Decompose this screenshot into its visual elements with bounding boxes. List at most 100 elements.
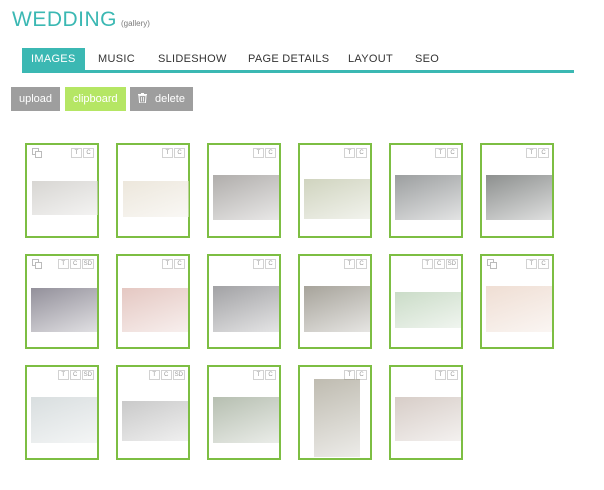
thumbnail-bride-forest[interactable]: [314, 379, 360, 457]
copy-icon[interactable]: [487, 259, 497, 269]
badge-group: TC: [343, 370, 367, 380]
badge-group: TC: [434, 370, 458, 380]
thumbnail-feet-on-floor[interactable]: [32, 181, 98, 215]
badge-group: TC: [525, 148, 549, 158]
image-card[interactable]: TC: [480, 143, 554, 238]
badge-t[interactable]: T: [253, 370, 264, 380]
badge-t[interactable]: T: [526, 259, 537, 269]
delete-button[interactable]: delete: [130, 87, 193, 111]
trash-icon: [138, 93, 147, 103]
badge-t[interactable]: T: [57, 259, 69, 269]
image-card[interactable]: TC: [207, 143, 281, 238]
image-card[interactable]: TC: [298, 254, 372, 349]
badge-c[interactable]: C: [433, 259, 445, 269]
badge-c[interactable]: C: [538, 148, 549, 158]
image-card[interactable]: TC: [207, 254, 281, 349]
clipboard-button[interactable]: clipboard: [65, 87, 126, 111]
badge-sd[interactable]: SD: [172, 370, 185, 380]
upload-button[interactable]: upload: [11, 87, 61, 111]
image-card[interactable]: TC: [298, 143, 372, 238]
image-card[interactable]: T C SD: [116, 365, 190, 460]
badge-group: TC: [252, 259, 276, 269]
badge-t[interactable]: T: [253, 148, 264, 158]
thumbnail-meadow-trees[interactable]: [304, 179, 370, 219]
image-card[interactable]: TC: [389, 365, 463, 460]
thumbnail-couple-black-white[interactable]: [122, 401, 188, 441]
badge-group: TC: [252, 370, 276, 380]
thumbnail-vintage-car[interactable]: [31, 397, 97, 443]
tab-images[interactable]: IMAGES: [22, 48, 85, 70]
image-card[interactable]: TC: [298, 365, 372, 460]
badge-c[interactable]: C: [160, 370, 172, 380]
badge-c[interactable]: C: [265, 370, 276, 380]
badge-t[interactable]: T: [162, 148, 173, 158]
image-card[interactable]: T C SD: [25, 365, 99, 460]
tab-layout[interactable]: LAYOUT: [348, 48, 393, 70]
delete-label: delete: [155, 93, 185, 105]
badge-c[interactable]: C: [265, 148, 276, 158]
badge-t[interactable]: T: [435, 148, 446, 158]
thumbnail-flower-arrangement[interactable]: [395, 397, 461, 441]
tab-page-details[interactable]: PAGE DETAILS: [248, 48, 329, 70]
badge-t[interactable]: T: [57, 370, 69, 380]
badge-t[interactable]: T: [435, 370, 446, 380]
image-card[interactable]: T C SD: [25, 254, 99, 349]
badge-t[interactable]: T: [344, 148, 355, 158]
tab-seo[interactable]: SEO: [415, 48, 439, 70]
badge-group: T C SD: [148, 370, 185, 380]
image-card[interactable]: TC: [207, 365, 281, 460]
image-card[interactable]: TC: [25, 143, 99, 238]
image-card[interactable]: T C SD: [389, 254, 463, 349]
tab-music[interactable]: MUSIC: [98, 48, 135, 70]
badge-sd[interactable]: SD: [81, 259, 94, 269]
badge-t[interactable]: T: [344, 259, 355, 269]
image-card[interactable]: TC: [116, 254, 190, 349]
tab-slideshow[interactable]: SLIDESHOW: [158, 48, 227, 70]
badge-c[interactable]: C: [356, 148, 367, 158]
thumbnail-bouquet-dark[interactable]: [486, 175, 552, 220]
thumbnail-pink-roses[interactable]: [122, 288, 188, 332]
badge-c[interactable]: C: [447, 370, 458, 380]
thumbnail-shoes-grass[interactable]: [213, 397, 279, 443]
badge-c[interactable]: C: [174, 259, 185, 269]
thumbnail-string-lights-party[interactable]: [31, 288, 97, 332]
badge-group: TC: [343, 259, 367, 269]
badge-group: T C SD: [57, 259, 94, 269]
thumbnail-groom-suit[interactable]: [213, 286, 279, 332]
badge-sd[interactable]: SD: [445, 259, 458, 269]
thumbnail-bicycle-couple[interactable]: [395, 292, 461, 328]
tab-underline: [22, 70, 574, 73]
badge-group: TC: [161, 148, 185, 158]
badge-group: T C SD: [421, 259, 458, 269]
badge-c[interactable]: C: [69, 370, 81, 380]
thumbnail-lace-back[interactable]: [395, 175, 461, 220]
badge-c[interactable]: C: [265, 259, 276, 269]
image-card[interactable]: TC: [116, 143, 190, 238]
badge-group: TC: [161, 259, 185, 269]
badge-sd[interactable]: SD: [81, 370, 94, 380]
copy-icon[interactable]: [32, 259, 42, 269]
badge-t[interactable]: T: [148, 370, 160, 380]
thumbnail-field-barn[interactable]: [123, 181, 189, 217]
badge-c[interactable]: C: [69, 259, 81, 269]
badge-c[interactable]: C: [447, 148, 458, 158]
badge-c[interactable]: C: [174, 148, 185, 158]
badge-c[interactable]: C: [356, 259, 367, 269]
page-title: WEDDING (gallery): [12, 8, 150, 31]
badge-c[interactable]: C: [83, 148, 94, 158]
badge-t[interactable]: T: [162, 259, 173, 269]
thumbnail-bride-bouquet[interactable]: [486, 286, 552, 332]
image-card[interactable]: TC: [389, 143, 463, 238]
badge-c[interactable]: C: [538, 259, 549, 269]
badge-t[interactable]: T: [253, 259, 264, 269]
badge-group: TC: [70, 148, 94, 158]
thumbnail-bride-lying-grass[interactable]: [304, 286, 370, 332]
copy-icon[interactable]: [32, 148, 42, 158]
image-card[interactable]: TC: [480, 254, 554, 349]
thumbnail-couple-in-car[interactable]: [213, 175, 279, 220]
badge-t[interactable]: T: [71, 148, 82, 158]
badge-group: TC: [343, 148, 367, 158]
badge-t[interactable]: T: [421, 259, 433, 269]
badge-t[interactable]: T: [526, 148, 537, 158]
badge-group: T C SD: [57, 370, 94, 380]
